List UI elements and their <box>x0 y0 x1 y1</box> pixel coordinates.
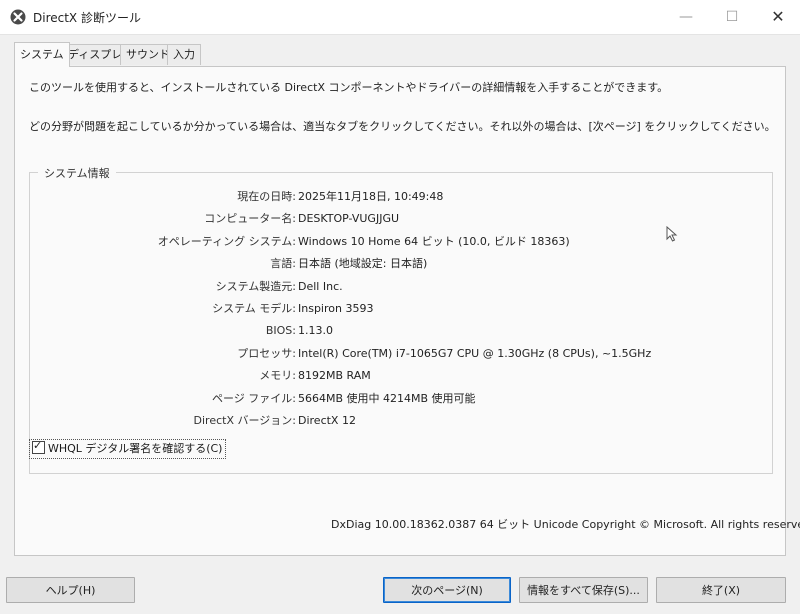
info-row-computer-name: コンピューター名: DESKTOP-VUGJJGU <box>30 209 770 229</box>
minimize-button[interactable]: — <box>664 4 708 30</box>
info-label: ページ ファイル: <box>212 392 296 405</box>
info-row-page-file: ページ ファイル: 5664MB 使用中 4214MB 使用可能 <box>30 389 770 409</box>
intro-text-1: このツールを使用すると、インストールされている DirectX コンポーネントや… <box>29 81 669 94</box>
info-value: Intel(R) Core(TM) i7-1065G7 CPU @ 1.30GH… <box>298 347 652 360</box>
window-title: DirectX 診断ツール <box>33 11 141 25</box>
exit-button[interactable]: 終了(X) <box>656 577 786 603</box>
info-row-os: オペレーティング システム: Windows 10 Home 64 ビット (1… <box>30 232 770 252</box>
info-row-bios: BIOS: 1.13.0 <box>30 321 770 341</box>
maximize-button[interactable]: ☐ <box>710 4 754 30</box>
version-copyright: DxDiag 10.00.18362.0387 64 ビット Unicode C… <box>331 518 800 531</box>
info-value: 日本語 (地域設定: 日本語) <box>298 257 428 270</box>
info-value: 2025年11月18日, 10:49:48 <box>298 190 444 203</box>
info-row-language: 言語: 日本語 (地域設定: 日本語) <box>30 254 770 274</box>
info-row-processor: プロセッサ: Intel(R) Core(TM) i7-1065G7 CPU @… <box>30 344 770 364</box>
intro-text-2: どの分野が問題を起こしているか分かっている場合は、適当なタブをクリックしてくださ… <box>29 120 776 133</box>
info-label: システム製造元: <box>215 280 296 293</box>
info-label: コンピューター名: <box>204 212 296 225</box>
info-row-directx-version: DirectX バージョン: DirectX 12 <box>30 411 770 431</box>
help-button[interactable]: ヘルプ(H) <box>6 577 135 603</box>
info-label: DirectX バージョン: <box>193 414 296 427</box>
info-label: システム モデル: <box>212 302 296 315</box>
whql-checkbox[interactable]: ✓ WHQL デジタル署名を確認する(C) <box>29 439 227 459</box>
tab-system[interactable]: システム <box>14 42 70 67</box>
info-label: オペレーティング システム: <box>157 235 296 248</box>
whql-label: WHQL デジタル署名を確認する(C) <box>48 442 223 455</box>
info-label: 現在の日時: <box>237 190 296 203</box>
info-value: 8192MB RAM <box>298 369 371 382</box>
info-value: DirectX 12 <box>298 414 356 427</box>
info-value: DESKTOP-VUGJJGU <box>298 212 400 225</box>
checkmark-icon: ✓ <box>33 439 43 452</box>
info-value: Inspiron 3593 <box>298 302 374 315</box>
group-title: システム情報 <box>38 165 116 181</box>
info-row-model: システム モデル: Inspiron 3593 <box>30 299 770 319</box>
mouse-cursor-icon <box>666 226 678 242</box>
next-page-button[interactable]: 次のページ(N) <box>383 577 511 603</box>
info-label: プロセッサ: <box>237 347 296 360</box>
directx-x-icon <box>10 9 26 25</box>
system-tab-panel: このツールを使用すると、インストールされている DirectX コンポーネントや… <box>14 66 800 556</box>
info-value: Dell Inc. <box>298 280 343 293</box>
close-button[interactable]: ✕ <box>756 4 800 30</box>
info-value: 5664MB 使用中 4214MB 使用可能 <box>298 392 476 405</box>
info-row-memory: メモリ: 8192MB RAM <box>30 366 770 386</box>
info-row-datetime: 現在の日時: 2025年11月18日, 10:49:48 <box>30 187 770 207</box>
save-all-info-button[interactable]: 情報をすべて保存(S)... <box>519 577 648 603</box>
info-value: Windows 10 Home 64 ビット (10.0, ビルド 18363) <box>298 235 570 248</box>
info-value: 1.13.0 <box>298 324 333 337</box>
info-row-manufacturer: システム製造元: Dell Inc. <box>30 277 770 297</box>
info-label: BIOS: <box>265 324 296 337</box>
info-label: 言語: <box>270 257 296 270</box>
system-info-group: システム情報 現在の日時: 2025年11月18日, 10:49:48 コンピュ… <box>29 165 773 474</box>
info-label: メモリ: <box>259 369 296 382</box>
title-bar: DirectX 診断ツール — ☐ ✕ <box>0 0 800 35</box>
tab-input[interactable]: 入力 <box>167 44 201 65</box>
checkbox-box[interactable]: ✓ <box>32 439 45 454</box>
